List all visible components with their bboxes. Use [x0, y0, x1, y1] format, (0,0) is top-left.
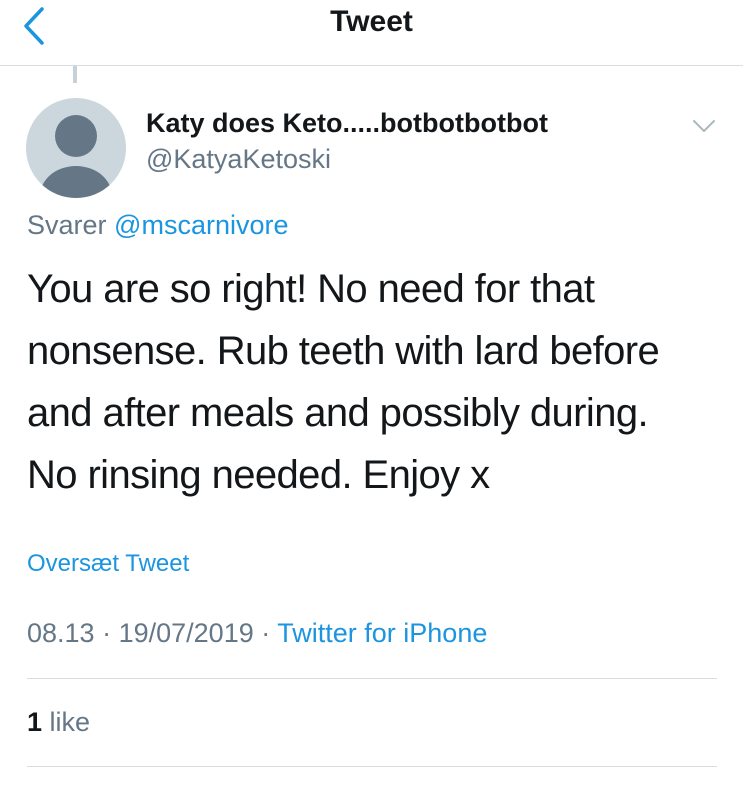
translate-tweet-link[interactable]: Oversæt Tweet	[27, 548, 189, 580]
likes-count: 1	[27, 707, 43, 737]
avatar[interactable]	[26, 98, 126, 198]
thread-connector-line	[73, 66, 77, 83]
tweet-text: You are so right! No need for that nonse…	[27, 258, 717, 506]
likes-stat[interactable]: 1 like	[27, 704, 90, 740]
meta-separator: ·	[102, 618, 119, 648]
author-display-name[interactable]: Katy does Keto.....botbotbotbot	[146, 106, 548, 140]
reply-context: Svarer @mscarnivore	[27, 208, 289, 242]
reply-mention-link[interactable]: @mscarnivore	[114, 210, 288, 240]
author-handle[interactable]: @KatyaKetoski	[146, 142, 331, 176]
tweet-options-button[interactable]	[688, 112, 720, 140]
meta-separator: ·	[261, 618, 278, 648]
reply-prefix: Svarer	[27, 210, 107, 240]
tweet-text-line: No rinsing needed. Enjoy x	[27, 453, 490, 497]
divider	[27, 678, 717, 679]
page-title: Tweet	[330, 5, 413, 38]
tweet-text-line: You are so right! No need for that	[27, 267, 595, 311]
navigation-bar: Tweet	[0, 0, 743, 66]
tweet-text-line: nonsense. Rub teeth with lard before	[27, 329, 660, 373]
tweet-source-link[interactable]: Twitter for iPhone	[277, 618, 487, 648]
divider	[27, 766, 717, 767]
tweet-metadata: 08.13 · 19/07/2019 · Twitter for iPhone	[27, 615, 487, 651]
likes-label: like	[49, 707, 91, 737]
tweet-text-line: and after meals and possibly during.	[27, 391, 649, 435]
tweet-detail-screen: Tweet Katy does Keto.....botbotbotbot @K…	[0, 0, 743, 791]
chevron-down-icon	[693, 120, 715, 132]
default-avatar-icon	[40, 115, 112, 198]
tweet-time: 08.13	[27, 618, 95, 648]
tweet-date: 19/07/2019	[118, 618, 254, 648]
